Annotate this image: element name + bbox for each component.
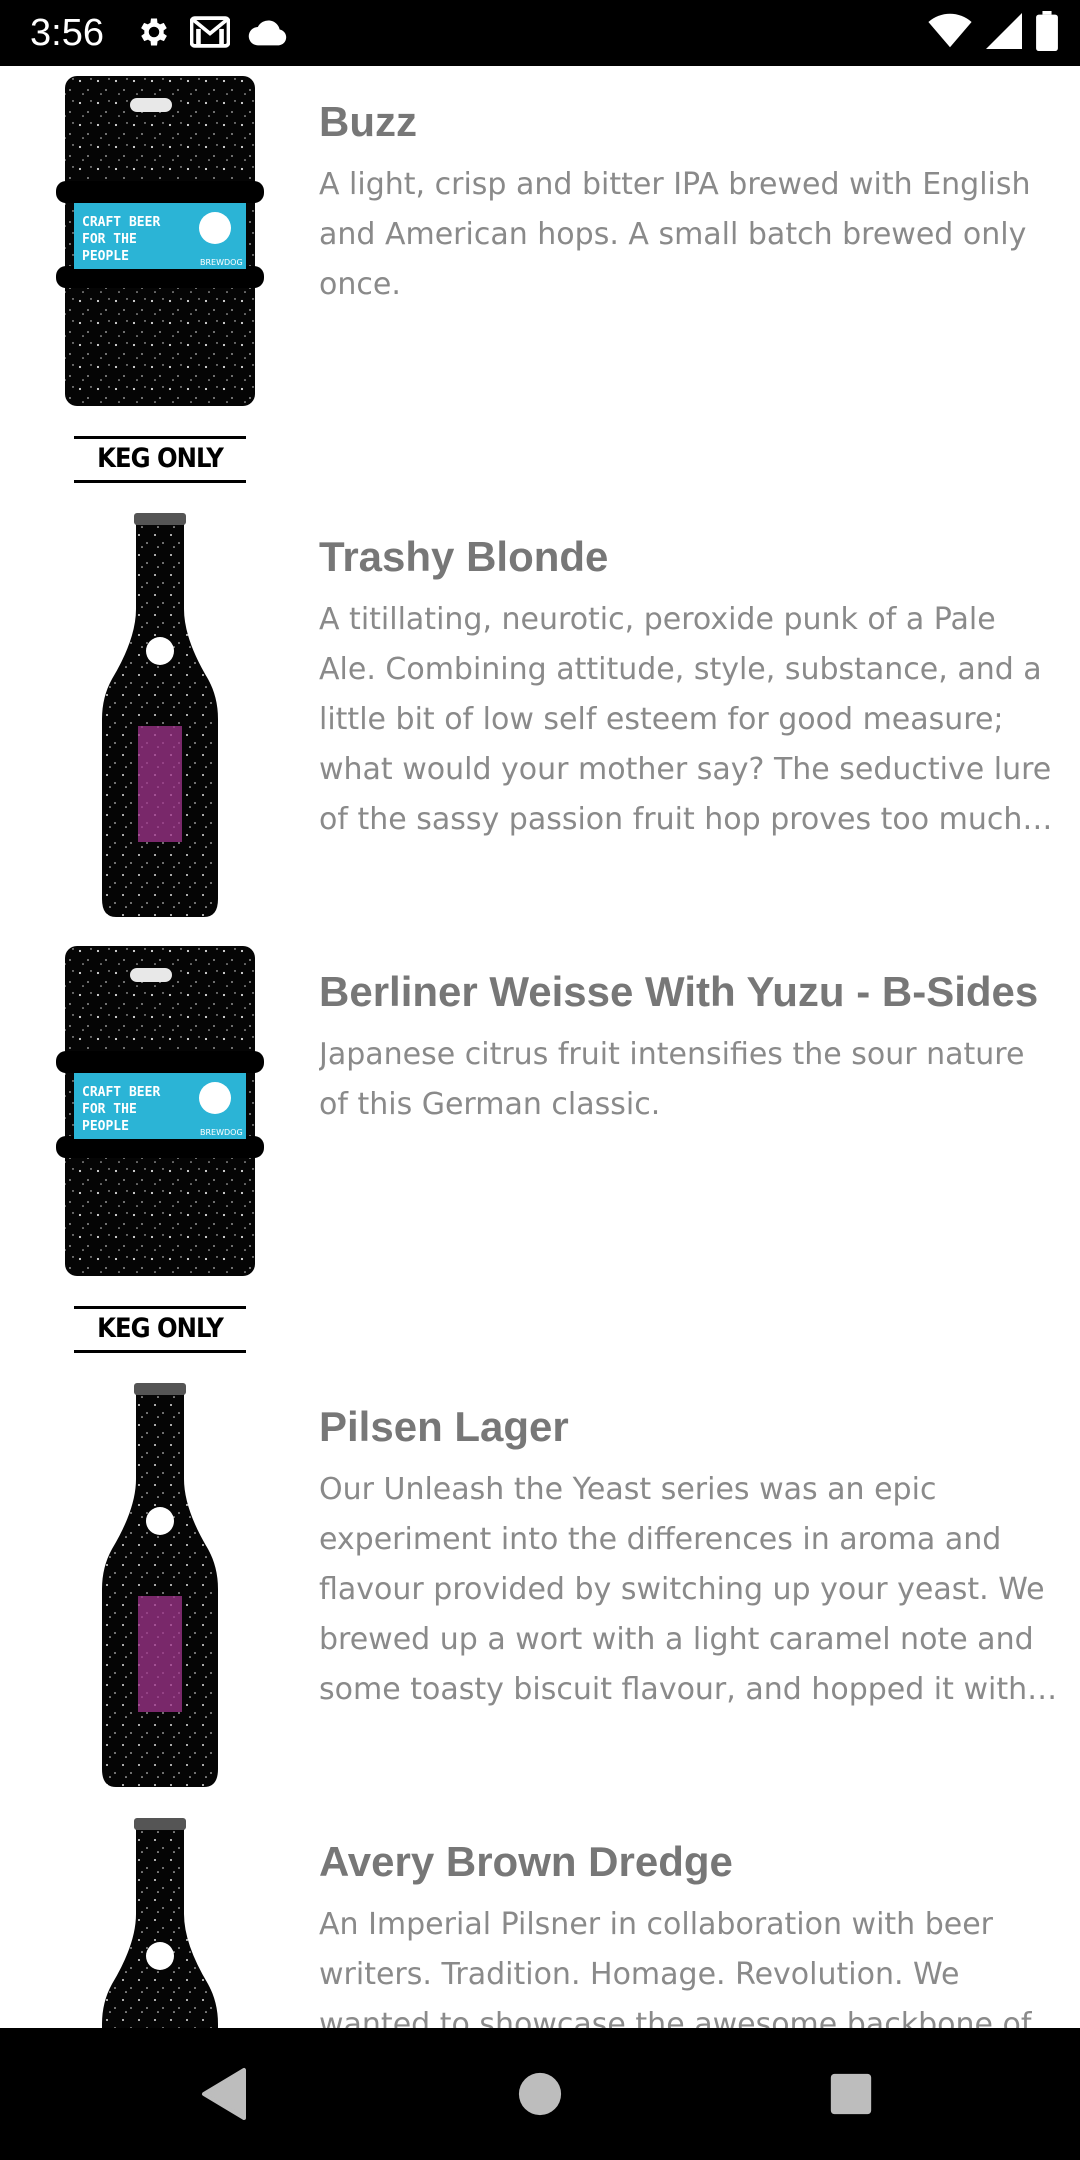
keg-image: CRAFT BEER FOR THE PEOPLE BREWDOG — [56, 946, 264, 1353]
beer-thumbnail — [40, 511, 280, 926]
beer-description: A titillating, neurotic, peroxide punk o… — [319, 602, 1052, 837]
beer-name: Berliner Weisse With Yuzu - B-Sides — [319, 968, 1039, 1015]
battery-icon — [1036, 10, 1058, 56]
bottle-image — [102, 1818, 218, 2028]
cloud-icon — [248, 18, 288, 51]
recents-icon — [830, 2073, 872, 2115]
svg-text:PEOPLE: PEOPLE — [82, 249, 129, 264]
status-time: 3:56 — [30, 12, 104, 54]
keg-sticker-text: CRAFT BEER — [82, 215, 160, 230]
svg-text:FOR THE: FOR THE — [82, 232, 137, 247]
beer-description: Japanese citrus fruit intensifies the so… — [319, 1037, 1025, 1122]
beer-name: Pilsen Lager — [319, 1403, 569, 1450]
beer-list-item[interactable]: Trashy Blonde A titillating, neurotic, pe… — [0, 501, 1080, 936]
beer-description: Our Unleash the Yeast series was an epic… — [319, 1472, 1045, 1707]
keg-image: CRAFT BEER FOR THE PEOPLE BREWDOG — [56, 76, 264, 483]
beer-list-item[interactable]: CRAFT BEER FOR THE PEOPLE BREWDOG KEG ON… — [0, 936, 1080, 1371]
home-button[interactable] — [504, 2058, 576, 2130]
keg-brand: BREWDOG — [200, 1128, 243, 1137]
recents-button[interactable] — [815, 2058, 887, 2130]
beer-thumbnail: CRAFT BEER FOR THE PEOPLE BREWDOG KEG ON… — [40, 76, 280, 491]
gmail-icon — [189, 15, 231, 53]
status-icons-right — [928, 10, 1058, 56]
beer-text-block: Berliner Weisse With Yuzu - B-Sides Japan… — [319, 966, 1059, 1130]
beer-description: An Imperial Pilsner in collaboration wit… — [319, 1907, 1032, 2028]
beer-list-item[interactable]: Avery Brown Dredge An Imperial Pilsner in… — [0, 1806, 1080, 2028]
beer-text-block: Trashy Blonde A titillating, neurotic, pe… — [319, 531, 1059, 845]
beer-name: Trashy Blonde — [319, 533, 609, 580]
beer-text-block: Avery Brown Dredge An Imperial Pilsner in… — [319, 1836, 1059, 2028]
svg-text:PEOPLE: PEOPLE — [82, 1119, 129, 1134]
signal-icon — [986, 12, 1022, 54]
back-icon — [202, 2068, 246, 2120]
navigation-bar — [0, 2028, 1080, 2160]
back-button[interactable] — [190, 2058, 262, 2130]
beer-description: A light, crisp and bitter IPA brewed wit… — [319, 167, 1031, 302]
beer-text-block: Buzz A light, crisp and bitter IPA brewed… — [319, 96, 1059, 310]
beer-name: Buzz — [319, 98, 417, 145]
keg-brand: BREWDOG — [200, 258, 243, 267]
bottle-image — [102, 1383, 218, 1787]
beer-list-item[interactable]: CRAFT BEER FOR THE PEOPLE BREWDOG KEG ON… — [0, 66, 1080, 501]
keg-only-label: KEG ONLY — [97, 1313, 224, 1344]
wifi-icon — [928, 13, 972, 54]
beer-name: Avery Brown Dredge — [319, 1838, 733, 1885]
status-icons-left — [136, 14, 288, 54]
keg-only-label: KEG ONLY — [97, 443, 224, 474]
svg-text:FOR THE: FOR THE — [82, 1102, 137, 1117]
beer-text-block: Pilsen Lager Our Unleash the Yeast series… — [319, 1401, 1059, 1715]
beer-thumbnail: CRAFT BEER FOR THE PEOPLE BREWDOG KEG ON… — [40, 946, 280, 1361]
beer-list[interactable]: CRAFT BEER FOR THE PEOPLE BREWDOG KEG ON… — [0, 66, 1080, 2028]
beer-thumbnail — [40, 1381, 280, 1796]
status-bar: 3:56 — [0, 0, 1080, 66]
beer-list-item[interactable]: Pilsen Lager Our Unleash the Yeast series… — [0, 1371, 1080, 1806]
settings-icon — [136, 14, 172, 55]
beer-thumbnail — [40, 1816, 280, 2028]
keg-sticker-text: CRAFT BEER — [82, 1085, 160, 1100]
bottle-image — [102, 513, 218, 917]
home-icon — [518, 2072, 562, 2116]
